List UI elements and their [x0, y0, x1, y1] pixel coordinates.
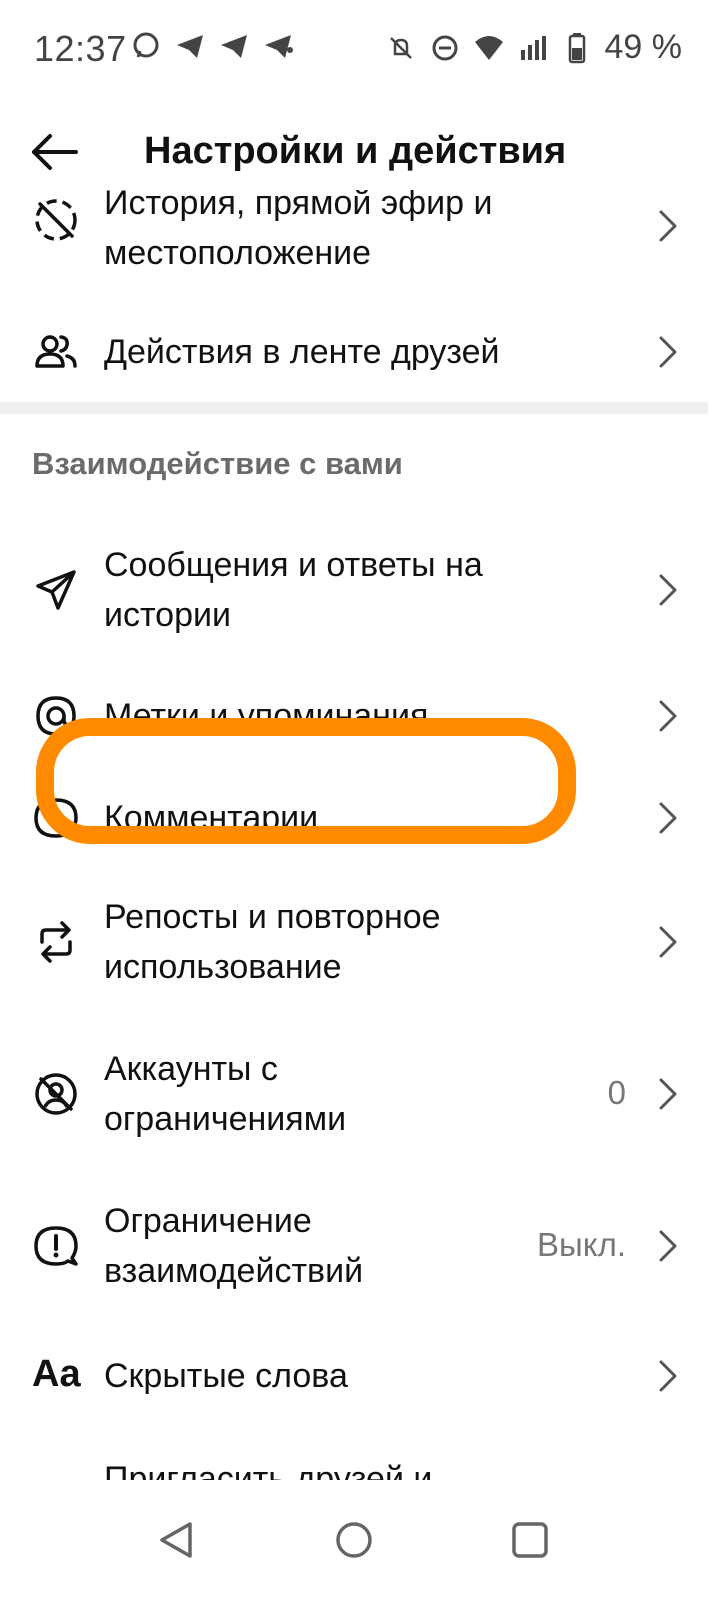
text-icon: Aa [32, 1353, 81, 1395]
navigation-bar [0, 1480, 720, 1600]
battery-icon [568, 32, 585, 63]
status-time: 12:37 [34, 28, 127, 69]
limit-icon [34, 1226, 78, 1266]
section-title: Взаимодействие с вами [32, 446, 403, 481]
section-divider [0, 402, 708, 414]
list-item[interactable]: Сообщения и ответы на истории [0, 530, 720, 650]
at-icon [36, 696, 76, 736]
message-icon [36, 570, 76, 610]
circle-home-icon [336, 1522, 372, 1558]
list-item-label: Скрытые слова [104, 1357, 348, 1395]
list-item[interactable]: Метки и упоминания [0, 666, 720, 766]
mute-icon [389, 36, 412, 59]
chevron-right-icon [659, 336, 677, 368]
nav-back-button[interactable] [136, 1500, 216, 1580]
nav-home-button[interactable] [314, 1500, 394, 1580]
chevron-right-icon [659, 1078, 677, 1110]
signal-icon [520, 35, 546, 60]
list-item[interactable]: Репосты и повторное использование [0, 872, 720, 1012]
triangle-back-icon [160, 1522, 192, 1558]
chevron-right-icon [659, 210, 677, 242]
chevron-right-icon [659, 1360, 677, 1392]
dnd-icon [432, 35, 457, 60]
header: Настройки и действия [0, 110, 720, 190]
status-bar: 12:37 49 % [0, 0, 720, 96]
list-item-label: Ограничение взаимодействий [104, 1202, 364, 1290]
list-item-label: История, прямой эфир и местоположение [104, 190, 493, 272]
telegram-icon [221, 35, 247, 58]
list-item[interactable]: Аккаунты с ограничениями 0 [0, 1024, 720, 1164]
list-item[interactable]: Ограничение взаимодействий Выкл. [0, 1176, 720, 1316]
chevron-right-icon [659, 700, 677, 732]
battery-percent: 49 % [604, 28, 683, 66]
chevron-right-icon [659, 926, 677, 958]
story-location-icon [35, 199, 77, 241]
back-arrow-icon[interactable] [30, 132, 80, 172]
system-status: 49 % [385, 28, 683, 67]
square-recents-icon [512, 1522, 548, 1558]
chevron-right-icon [659, 802, 677, 834]
restricted-icon [35, 1073, 77, 1115]
list-item-value: Выкл. [537, 1226, 626, 1263]
page-title: Настройки и действия [144, 130, 567, 172]
list-item-label: Аккаунты с ограничениями [104, 1050, 347, 1138]
wifi-icon [474, 35, 503, 60]
chevron-right-icon [659, 574, 677, 606]
settings-list[interactable]: История, прямой эфир и местоположение Де… [0, 190, 720, 1480]
list-item[interactable]: Действия в ленте друзей [0, 302, 720, 402]
telegram-icon [177, 35, 203, 58]
notification-icons [130, 30, 294, 62]
list-item-value: 0 [607, 1074, 626, 1111]
list-item[interactable]: История, прямой эфир и местоположение [0, 190, 720, 286]
list-item-label: Действия в ленте друзей [104, 333, 500, 371]
telegram-icon [265, 35, 293, 58]
list-item-label: Комментарии [104, 799, 319, 837]
list-item-label: Пригласить друзей и [104, 1460, 433, 1480]
chevron-right-icon [659, 1230, 677, 1262]
repost-icon [40, 921, 72, 963]
whatsapp-icon [133, 32, 159, 58]
list-item-label: Сообщения и ответы на истории [104, 546, 483, 634]
list-item[interactable]: Комментарии [0, 768, 720, 868]
friends-icon [35, 335, 77, 368]
list-item-label: Репосты и повторное использование [104, 898, 441, 986]
nav-recents-button[interactable] [490, 1500, 570, 1580]
list-item-label: Метки и упоминания [104, 697, 429, 735]
list-item[interactable]: Aa Скрытые слова [0, 1326, 720, 1426]
comment-icon [34, 798, 78, 838]
list-item[interactable]: Пригласить друзей и [0, 1436, 720, 1480]
